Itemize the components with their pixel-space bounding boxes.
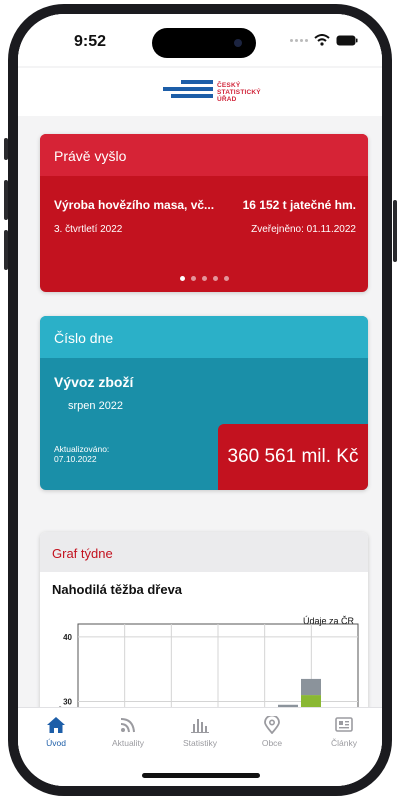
newspaper-icon (335, 717, 353, 732)
tab-aktuality[interactable]: Aktuality (96, 716, 160, 748)
signal-icon (290, 38, 308, 42)
pager-dot[interactable] (179, 276, 185, 281)
y-tick-label: 40 (63, 633, 72, 642)
number-of-day-card[interactable]: Číslo dne Vývoz zboží srpen 2022 Aktuali… (40, 316, 368, 490)
logo-mark (163, 80, 213, 104)
dynamic-island (152, 28, 256, 58)
app-header: ČESKÝ STATISTICKÝ ÚŘAD (18, 68, 382, 116)
bottom-tab-bar: Úvod Aktuality Statistiky Obce Články (18, 707, 382, 786)
tab-clanky[interactable]: Články (312, 716, 376, 748)
number-of-day-period: srpen 2022 (68, 400, 124, 412)
phone-frame: 9:52 ČESKÝ STATISTICKÝ ÚŘAD Právě vyšlo … (8, 4, 392, 796)
battery-icon (336, 35, 358, 45)
release-value: 16 152 t jatečné hm. (242, 198, 356, 212)
bar-chart-icon (191, 719, 209, 733)
phone-power-button (393, 200, 397, 262)
release-published-date: Zveřejněno: 01.11.2022 (251, 224, 356, 235)
number-of-day-heading: Číslo dne (40, 316, 368, 358)
status-icons (290, 34, 358, 46)
location-pin-icon (264, 716, 280, 734)
number-of-day-value: 360 561 mil. Kč (218, 424, 368, 490)
home-icon (47, 717, 65, 733)
pager-dot[interactable] (212, 276, 218, 281)
pager-dot[interactable] (223, 276, 229, 281)
status-time: 9:52 (74, 33, 107, 50)
wifi-icon (314, 34, 330, 46)
tab-obce[interactable]: Obce (240, 716, 304, 748)
home-indicator[interactable] (142, 773, 260, 778)
pager-dot[interactable] (201, 276, 207, 281)
tab-statistiky[interactable]: Statistiky (168, 716, 232, 748)
tab-uvod[interactable]: Úvod (24, 716, 88, 748)
app-screen: 9:52 ČESKÝ STATISTICKÝ ÚŘAD Právě vyšlo … (18, 14, 382, 786)
pager-dot[interactable] (190, 276, 196, 281)
y-tick-label: 30 (63, 698, 72, 707)
latest-release-heading: Právě vyšlo (40, 134, 368, 176)
number-of-day-updated: Aktualizováno: 07.10.2022 (54, 444, 110, 464)
status-bar: 9:52 (18, 14, 382, 66)
release-period: 3. čtvrtletí 2022 (54, 224, 123, 235)
release-title: Výroba hovězího masa, vč... (54, 198, 215, 212)
bar-segment-gray (301, 678, 321, 696)
csu-logo: ČESKÝ STATISTICKÝ ÚŘAD (163, 80, 261, 104)
number-of-day-title: Vývoz zboží (54, 374, 134, 390)
logo-text: ČESKÝ STATISTICKÝ ÚŘAD (217, 81, 261, 103)
carousel-pager[interactable] (40, 276, 368, 281)
feed-icon (120, 718, 135, 733)
latest-release-card[interactable]: Právě vyšlo Výroba hovězího masa, vč... … (40, 134, 368, 292)
